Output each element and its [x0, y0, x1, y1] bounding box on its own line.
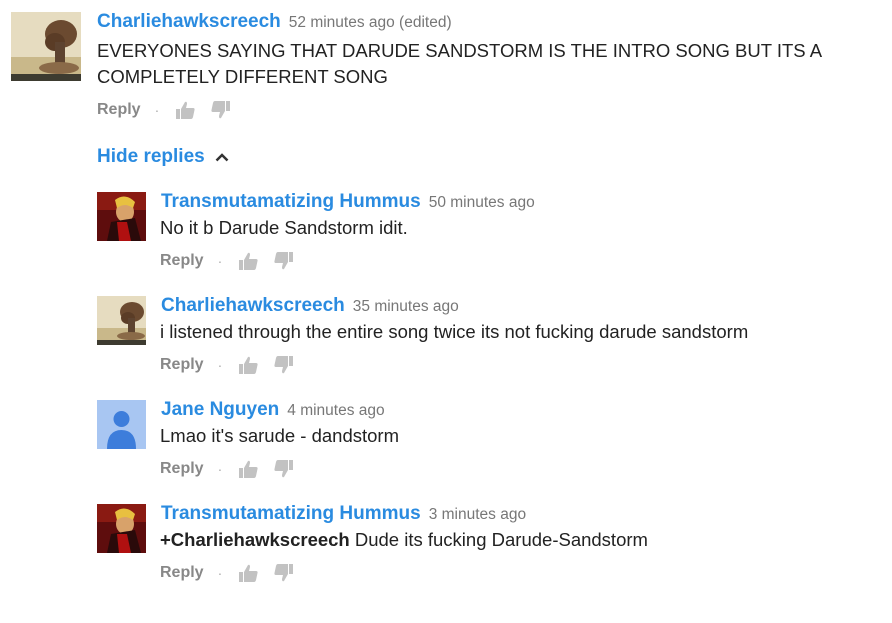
comment-actions: Reply · — [160, 251, 306, 271]
avatar[interactable] — [11, 12, 81, 81]
chevron-up-icon — [215, 153, 229, 162]
reply-button[interactable]: Reply — [160, 564, 204, 582]
timestamp: 52 minutes ago (edited) — [288, 14, 452, 31]
comment-header: Transmutamatizing Hummus 3 minutes ago — [161, 503, 526, 525]
reply-comment: Charliehawkscreech 35 minutes ago i liste… — [0, 294, 892, 384]
comment-text: No it b Darude Sandstorm idit. — [160, 215, 408, 241]
comment-header: Transmutamatizing Hummus 50 minutes ago — [161, 191, 535, 213]
explosion-avatar-image — [97, 296, 146, 345]
thumbs-down-icon[interactable] — [272, 355, 294, 375]
thumbs-down-icon[interactable] — [272, 251, 294, 271]
hide-replies-label: Hide replies — [97, 146, 205, 167]
comment-text: +Charliehawkscreech Dude its fucking Dar… — [160, 527, 648, 553]
author-link[interactable]: Transmutamatizing Hummus — [161, 191, 421, 212]
thumbs-down-icon[interactable] — [272, 563, 294, 583]
comment-text: Lmao it's sarude - dandstorm — [160, 423, 399, 449]
thumbs-up-icon[interactable] — [238, 459, 260, 479]
comment-body: Dude its fucking Darude-Sandstorm — [349, 529, 648, 550]
hide-replies-toggle[interactable]: Hide replies — [97, 146, 229, 168]
separator: · — [217, 461, 223, 477]
avatar[interactable] — [97, 192, 146, 241]
comment-body: i listened through the entire song twice… — [160, 321, 749, 342]
thumbs-up-icon[interactable] — [238, 563, 260, 583]
mention-link[interactable]: +Charliehawkscreech — [160, 529, 350, 550]
reply-button[interactable]: Reply — [160, 252, 204, 270]
separator: · — [217, 565, 223, 581]
separator: · — [154, 102, 160, 118]
author-link[interactable]: Transmutamatizing Hummus — [161, 503, 421, 524]
comment-text-line: COMPLETELY DIFFERENT SONG — [97, 66, 388, 87]
avatar[interactable] — [97, 296, 146, 345]
timestamp: 4 minutes ago — [287, 402, 385, 419]
anime-character-avatar-image — [97, 192, 146, 241]
author-link[interactable]: Charliehawkscreech — [161, 295, 345, 316]
comment-actions: Reply · — [160, 355, 306, 375]
reply-comment: Jane Nguyen 4 minutes ago Lmao it's sarud… — [0, 398, 892, 488]
anime-character-avatar-image — [97, 504, 146, 553]
reply-button[interactable]: Reply — [160, 460, 204, 478]
thumbs-down-icon[interactable] — [272, 459, 294, 479]
avatar[interactable] — [97, 400, 146, 449]
reply-button[interactable]: Reply — [97, 101, 141, 119]
thumbs-down-icon[interactable] — [209, 100, 231, 120]
author-link[interactable]: Jane Nguyen — [161, 399, 279, 420]
timestamp: 50 minutes ago — [428, 194, 535, 211]
timestamp: 3 minutes ago — [428, 506, 527, 523]
comment-body: No it b Darude Sandstorm idit. — [160, 217, 408, 238]
avatar[interactable] — [97, 504, 146, 553]
thumbs-up-icon[interactable] — [238, 355, 260, 375]
thumbs-up-icon[interactable] — [238, 251, 260, 271]
comment-body: Lmao it's sarude - dandstorm — [160, 425, 400, 446]
comment-actions: Reply · — [160, 563, 306, 583]
comment-text: EVERYONES SAYING THAT DARUDE SANDSTORM I… — [97, 38, 887, 90]
thumbs-up-icon[interactable] — [175, 100, 197, 120]
comment-actions: Reply · — [97, 100, 243, 120]
reply-comment: Transmutamatizing Hummus 3 minutes ago +C… — [0, 502, 892, 592]
comment-actions: Reply · — [160, 459, 306, 479]
separator: · — [217, 253, 223, 269]
comment-header: Charliehawkscreech 52 minutes ago (edited… — [97, 11, 452, 33]
explosion-avatar-image — [11, 12, 81, 81]
comment-header: Charliehawkscreech 35 minutes ago — [161, 295, 459, 317]
reply-button[interactable]: Reply — [160, 356, 204, 374]
default-user-avatar-icon — [97, 400, 146, 449]
separator: · — [217, 357, 223, 373]
comment-header: Jane Nguyen 4 minutes ago — [161, 399, 385, 421]
top-comment: Charliehawkscreech 52 minutes ago (edited… — [0, 0, 892, 130]
comment-text: i listened through the entire song twice… — [160, 319, 748, 345]
author-link[interactable]: Charliehawkscreech — [97, 11, 281, 32]
timestamp: 35 minutes ago — [352, 298, 459, 315]
comment-text-line: EVERYONES SAYING THAT DARUDE SANDSTORM I… — [97, 40, 823, 61]
reply-comment: Transmutamatizing Hummus 50 minutes ago N… — [0, 190, 892, 280]
